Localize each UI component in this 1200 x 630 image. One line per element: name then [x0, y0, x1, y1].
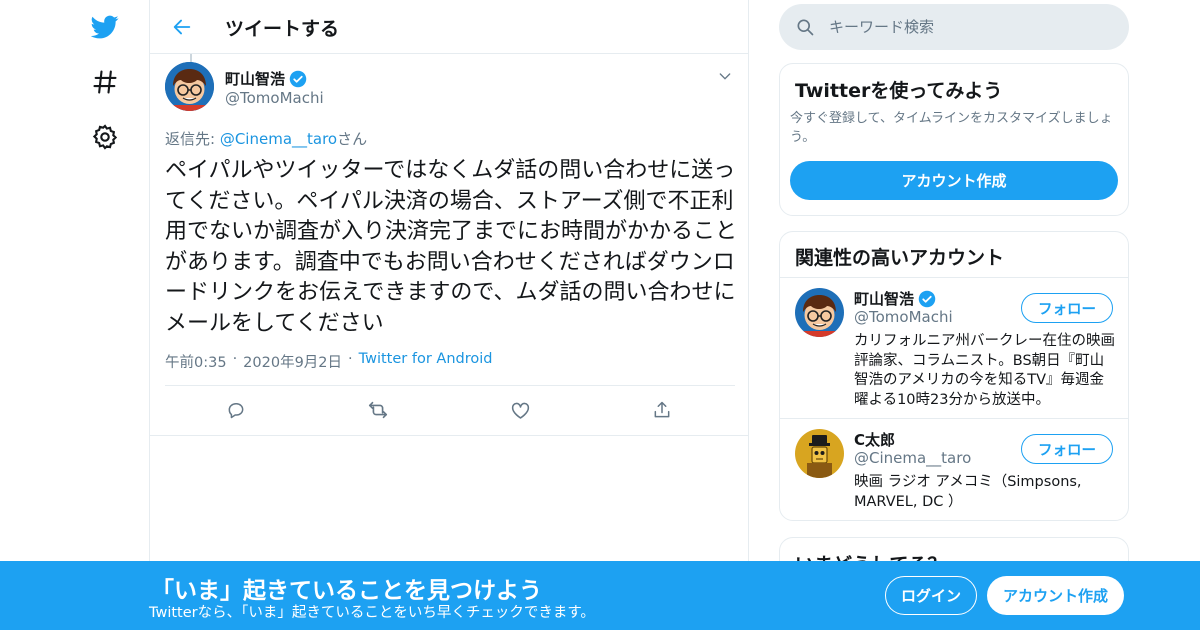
related-account[interactable]: C太郎 @Cinema__taro フォロー 映画 ラジオ アメコミ（Simps… [780, 419, 1128, 519]
tweet-source[interactable]: Twitter for Android [359, 351, 493, 372]
author-handle[interactable]: @TomoMachi [225, 89, 324, 107]
reply-prefix: 返信先: [165, 130, 220, 148]
signup-button[interactable]: アカウント作成 [987, 576, 1124, 615]
tweet-time[interactable]: 午前0:35 [165, 351, 227, 372]
gear-icon[interactable] [90, 122, 120, 152]
author-name[interactable]: 町山智浩 [225, 68, 307, 89]
meta-separator: · [348, 351, 353, 367]
account-name-text: C太郎 [854, 431, 896, 449]
twitter-bird-icon[interactable] [90, 12, 120, 42]
avatar[interactable] [795, 288, 844, 337]
banner-subtitle: Twitterなら、「いま」起きていることをいち早くチェックできます。 [149, 605, 595, 621]
related-accounts-card: 関連性の高いアカウント 町山智浩 @TomoMachi フォロー カリフォルニア… [779, 231, 1129, 521]
create-account-button[interactable]: アカウント作成 [790, 161, 1118, 200]
page-title: ツイートする [225, 18, 340, 40]
search-input[interactable] [829, 18, 1089, 36]
reply-context: 返信先: @Cinema__taroさん [165, 128, 367, 149]
search-bar[interactable] [779, 4, 1129, 50]
banner-title: 「いま」起きていることを見つけよう [151, 578, 542, 604]
hashtag-icon[interactable] [90, 67, 120, 97]
reply-user-link[interactable]: @Cinema__taro [220, 130, 337, 148]
thread-line [190, 54, 192, 62]
reply-suffix: さん [337, 130, 368, 148]
related-accounts-title: 関連性の高いアカウント [795, 247, 1005, 269]
follow-button[interactable]: フォロー [1021, 434, 1113, 464]
share-icon[interactable] [651, 399, 673, 421]
login-button[interactable]: ログイン [885, 576, 977, 615]
account-name[interactable]: C太郎 [854, 429, 895, 450]
search-icon [797, 19, 814, 36]
signup-card-description: 今すぐ登録して、タイムラインをカスタマイズしましょう。 [790, 111, 1113, 145]
verified-badge-icon [918, 290, 936, 307]
follow-button[interactable]: フォロー [1021, 293, 1113, 323]
tweet-text: ペイパルやツイッターではなくムダ話の問い合わせに送ってください。ペイパル決済の場… [165, 158, 738, 336]
verified-badge-icon [289, 70, 307, 87]
account-bio: カリフォルニア州バークレー在住の映画評論家、コラムニスト。BS朝日『町山智浩のア… [854, 333, 1115, 408]
signup-card: Twitterを使ってみよう 今すぐ登録して、タイムラインをカスタマイズしましょ… [779, 63, 1129, 216]
reply-icon[interactable] [225, 399, 247, 421]
main-column: ツイートする 町山智浩 @TomoMachi 返信先: @Cinema__tar… [149, 0, 749, 630]
meta-separator: · [232, 351, 238, 367]
chevron-down-icon[interactable] [715, 66, 735, 86]
signup-card-title: Twitterを使ってみよう [795, 80, 1003, 102]
avatar[interactable] [795, 429, 844, 478]
like-icon[interactable] [509, 399, 531, 421]
account-handle[interactable]: @Cinema__taro [854, 449, 971, 467]
account-handle[interactable]: @TomoMachi [854, 308, 953, 326]
tweet-meta: 午前0:35 · 2020年9月2日 · Twitter for Android [165, 351, 492, 372]
divider [150, 435, 749, 436]
signup-banner: 「いま」起きていることを見つけよう Twitterなら、「いま」起きていることを… [0, 561, 1200, 630]
account-bio: 映画 ラジオ アメコミ（Simpsons, MARVEL, DC ） [854, 474, 1082, 510]
account-name-text: 町山智浩 [854, 290, 915, 308]
left-nav [0, 0, 150, 630]
tweet-date[interactable]: 2020年9月2日 [243, 351, 342, 372]
author-name-text: 町山智浩 [225, 70, 286, 88]
retweet-icon[interactable] [367, 399, 389, 421]
arrow-left-icon[interactable] [168, 13, 196, 41]
related-account[interactable]: 町山智浩 @TomoMachi フォロー カリフォルニア州バークレー在住の映画評… [780, 278, 1128, 418]
avatar[interactable] [165, 62, 214, 111]
tweet-actions [165, 386, 735, 435]
account-name[interactable]: 町山智浩 [854, 288, 936, 309]
main-header: ツイートする [150, 0, 748, 54]
